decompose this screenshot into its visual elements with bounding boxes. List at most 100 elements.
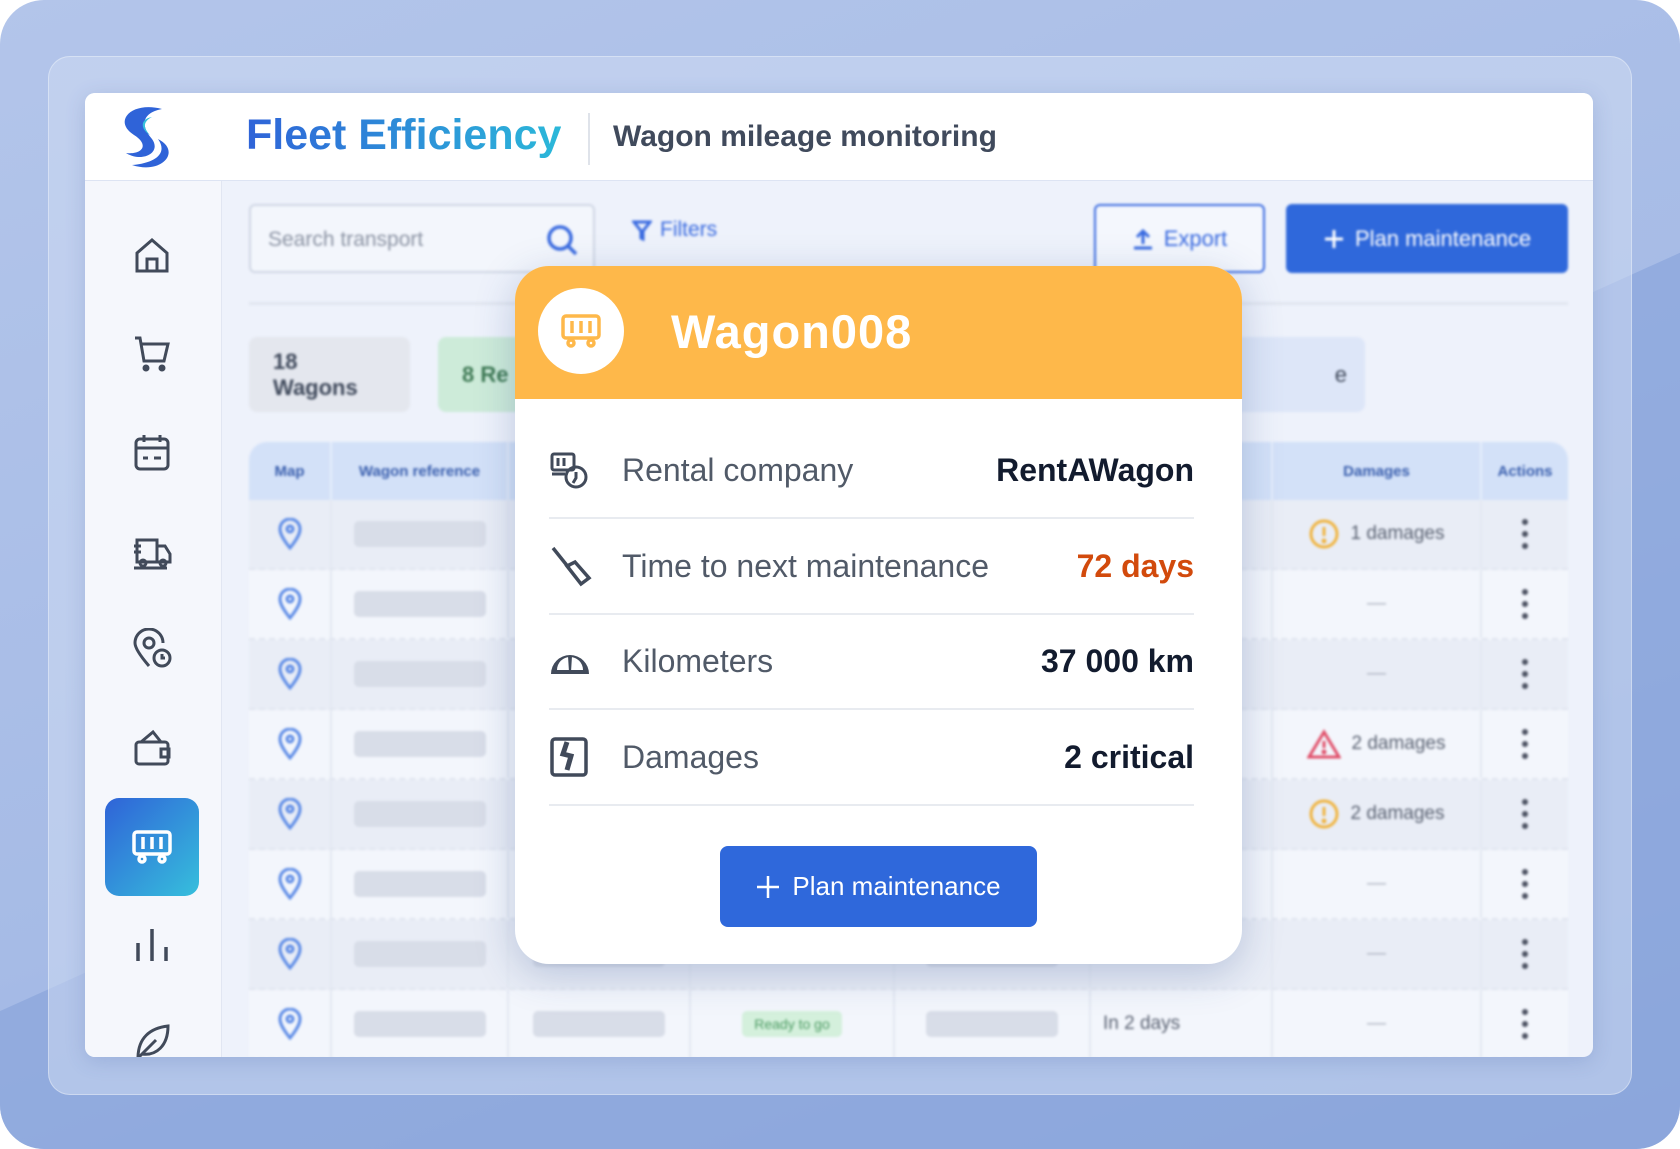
- plus-icon: [757, 875, 780, 898]
- damages-text: 2 damages: [1351, 733, 1446, 754]
- popup-header: Wagon008: [515, 266, 1242, 399]
- detail-value: RentAWagon: [996, 451, 1194, 488]
- sidebar-item-wallet[interactable]: [105, 699, 199, 797]
- location-clock-icon: [133, 628, 172, 668]
- sidebar-item-eco[interactable]: [105, 993, 199, 1057]
- wagon-ref-cell: [332, 710, 509, 778]
- detail-label: Damages: [622, 738, 759, 775]
- wagon-ref-cell: [332, 850, 509, 918]
- truck-icon: [134, 538, 172, 570]
- placeholder: [353, 1011, 486, 1037]
- sidebar-item-transport[interactable]: [105, 502, 199, 600]
- more-icon[interactable]: [1522, 799, 1528, 829]
- cart-icon: [135, 336, 170, 372]
- status-cell: Ready to go: [691, 990, 895, 1057]
- map-pin-icon[interactable]: [277, 588, 302, 620]
- map-pin-icon[interactable]: [277, 658, 302, 690]
- sidebar-item-wagons[interactable]: [105, 798, 199, 896]
- warning-icon: [1309, 519, 1339, 549]
- export-button[interactable]: Export: [1094, 204, 1265, 273]
- damages-cell: —: [1273, 990, 1482, 1057]
- map-cell: [249, 640, 332, 708]
- alert-triangle-icon: [1307, 729, 1342, 759]
- plan-maintenance-button[interactable]: Plan maintenance: [1286, 204, 1568, 273]
- placeholder: [353, 521, 486, 547]
- map-cell: [249, 710, 332, 778]
- sidebar-item-home[interactable]: [105, 206, 199, 304]
- detail-value: 2 critical: [1064, 738, 1194, 775]
- wagon-ref-cell: [332, 570, 509, 638]
- damage-icon: [550, 737, 588, 777]
- wagon-icon: [132, 830, 172, 864]
- wallet-icon: [134, 729, 171, 766]
- more-icon[interactable]: [1522, 869, 1528, 899]
- map-pin-icon[interactable]: [277, 728, 302, 760]
- more-icon[interactable]: [1522, 939, 1528, 969]
- calendar-icon: [134, 435, 170, 471]
- placeholder: [926, 1011, 1058, 1037]
- home-icon: [135, 238, 169, 273]
- placeholder: [353, 871, 486, 897]
- sidebar-item-calendar[interactable]: [105, 403, 199, 501]
- actions-cell: [1482, 780, 1568, 848]
- map-pin-icon[interactable]: [277, 938, 302, 970]
- wagon-detail-popup: Wagon008 Rental company RentAWagon Time …: [515, 266, 1242, 964]
- actions-cell: [1482, 570, 1568, 638]
- column-header[interactable]: Map: [249, 442, 332, 500]
- more-icon[interactable]: [1522, 659, 1528, 689]
- filters-label: Filters: [660, 218, 718, 241]
- damages-cell: 1 damages: [1273, 500, 1482, 568]
- chip-label: 8 Re: [462, 361, 509, 387]
- sidebar-item-cart[interactable]: [105, 304, 199, 402]
- table-row[interactable]: Ready to go In 2 days —: [249, 990, 1568, 1057]
- chip-label: e: [1334, 361, 1347, 387]
- map-cell: [249, 850, 332, 918]
- plan-maintenance-label: Plan maintenance: [1354, 225, 1532, 251]
- detail-row-rental: Rental company RentAWagon: [549, 423, 1194, 519]
- detail-row-kilometers: Kilometers 37 000 km: [549, 614, 1194, 710]
- sidebar-item-reports[interactable]: [105, 896, 199, 994]
- damages-cell: —: [1273, 850, 1482, 918]
- cell: [509, 990, 691, 1057]
- map-pin-icon[interactable]: [277, 1008, 302, 1040]
- wagon-avatar: [538, 288, 624, 374]
- next-maintenance: In 2 days: [1103, 1013, 1181, 1034]
- damages-cell: 2 damages: [1273, 780, 1482, 848]
- background: Fleet Efficiency Wagon mileage monitorin…: [0, 0, 1680, 1149]
- export-label: Export: [1163, 225, 1228, 251]
- placeholder: [353, 801, 486, 827]
- damages-text: —: [1367, 1013, 1386, 1034]
- popup-plan-maintenance-button[interactable]: Plan maintenance: [720, 846, 1037, 927]
- column-header[interactable]: Wagon reference: [332, 442, 509, 500]
- damages-cell: 2 damages: [1273, 710, 1482, 778]
- more-icon[interactable]: [1522, 729, 1528, 759]
- map-pin-icon[interactable]: [277, 798, 302, 830]
- placeholder: [353, 661, 486, 687]
- header: Fleet Efficiency Wagon mileage monitorin…: [85, 93, 1593, 181]
- filters-button[interactable]: Filters: [632, 218, 717, 242]
- more-icon[interactable]: [1522, 1009, 1528, 1039]
- filter-icon: [632, 220, 652, 241]
- actions-cell: [1482, 640, 1568, 708]
- search-icon[interactable]: [545, 223, 579, 257]
- logo-icon: [124, 107, 169, 168]
- wagon-ref-cell: [332, 500, 509, 568]
- actions-cell: [1482, 850, 1568, 918]
- damages-text: 2 damages: [1350, 803, 1445, 824]
- page-title: Wagon mileage monitoring: [613, 120, 997, 153]
- sidebar-item-tracking[interactable]: [105, 600, 199, 698]
- column-header[interactable]: Damages: [1273, 442, 1482, 500]
- actions-cell: [1482, 990, 1568, 1057]
- column-header[interactable]: Actions: [1482, 442, 1568, 500]
- upload-icon: [1133, 228, 1152, 249]
- search-input[interactable]: Search transport: [249, 204, 595, 273]
- map-pin-icon[interactable]: [277, 868, 302, 900]
- more-icon[interactable]: [1522, 519, 1528, 549]
- damages-cell: —: [1273, 920, 1482, 988]
- map-pin-icon[interactable]: [277, 518, 302, 550]
- chip-label: 18 Wagons: [273, 348, 358, 400]
- more-icon[interactable]: [1522, 589, 1528, 619]
- actions-cell: [1482, 920, 1568, 988]
- chip-wagons[interactable]: 18 Wagons: [249, 337, 410, 412]
- button-label: Plan maintenance: [792, 871, 1001, 901]
